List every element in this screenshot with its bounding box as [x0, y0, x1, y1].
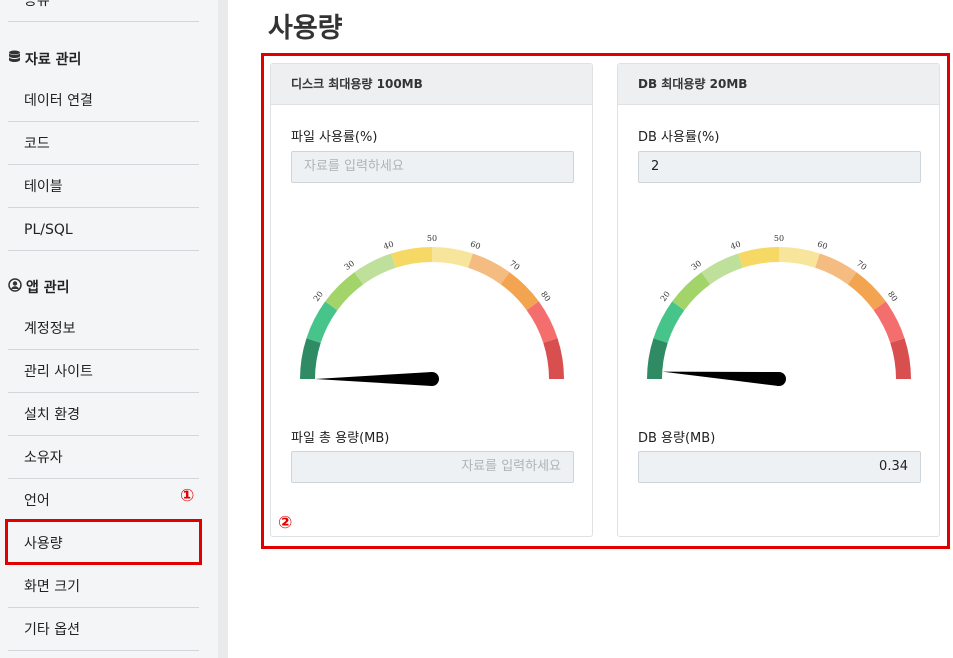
- database-icon: [8, 50, 21, 70]
- annotation-highlight-usage: [5, 519, 202, 565]
- sidebar-item-table[interactable]: 테이블: [8, 166, 199, 208]
- section-data-management: 자료 관리: [8, 50, 81, 70]
- section-app-label: 앱 관리: [26, 280, 70, 296]
- sidebar-item-install-env[interactable]: 설치 환경: [8, 394, 199, 436]
- sidebar-item-code[interactable]: 코드: [8, 123, 199, 165]
- user-circle-icon: [8, 278, 22, 298]
- sidebar-item-admin-site[interactable]: 관리 사이트: [8, 351, 199, 393]
- sidebar-item-screen-size[interactable]: 화면 크기: [8, 566, 199, 608]
- sidebar-item-plsql[interactable]: PL/SQL: [8, 209, 199, 251]
- sidebar-item-language[interactable]: 언어: [8, 480, 199, 522]
- sidebar-item-other-options[interactable]: 기타 옵션: [8, 609, 199, 651]
- annotation-marker-1: ①: [180, 486, 195, 506]
- annotation-frame-cards: [261, 53, 950, 549]
- section-data-label: 자료 관리: [25, 52, 82, 68]
- sidebar-item-account-info[interactable]: 계정정보: [8, 308, 199, 350]
- sidebar-item-owner[interactable]: 소유자: [8, 437, 199, 479]
- sidebar-item-share[interactable]: 공유: [8, 0, 199, 22]
- sidebar-scroll-track[interactable]: [218, 0, 228, 658]
- section-app-management: 앱 관리: [8, 278, 70, 298]
- sidebar-item-data-connection[interactable]: 데이터 연결: [8, 80, 199, 122]
- annotation-marker-2: ②: [278, 513, 293, 533]
- page-title: 사용량: [268, 13, 343, 44]
